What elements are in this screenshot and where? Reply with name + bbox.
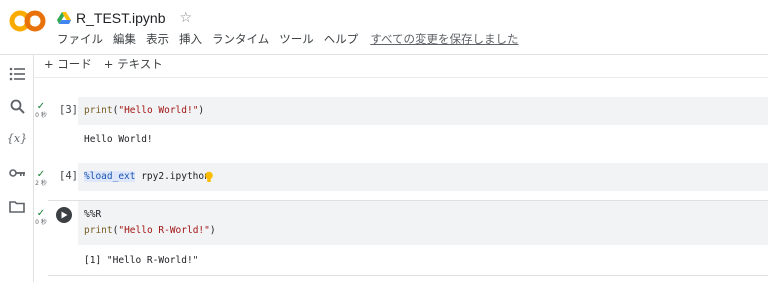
cell-output: [1] "Hello R-World!" <box>84 255 199 266</box>
menu-view[interactable]: 表示 <box>146 31 169 47</box>
menu-bar: ファイル 編集 表示 挿入 ランタイム ツール ヘルプ すべての変更を保存しまし… <box>57 31 519 47</box>
code-editor-line[interactable]: print("Hello R-World!") <box>84 225 216 236</box>
code-editor-line[interactable]: print("Hello World!") <box>84 105 204 116</box>
left-sidebar: {x} <box>0 55 34 282</box>
code-editor[interactable] <box>78 201 768 245</box>
notebook-title[interactable]: R_TEST.ipynb <box>76 10 165 26</box>
menu-insert[interactable]: 挿入 <box>179 31 202 47</box>
code-text: rpy2.ipython <box>135 171 210 182</box>
cell-output: Hello World! <box>84 134 153 145</box>
code-editor-line[interactable]: %load_ext rpy2.ipython <box>84 171 210 182</box>
header-divider <box>0 54 768 55</box>
code-function: print <box>84 225 113 236</box>
key-icon[interactable] <box>8 164 26 182</box>
add-text-button[interactable]: + テキスト <box>104 56 163 72</box>
code-string: "Hello R-World!" <box>118 225 210 236</box>
code-paren: ) <box>209 225 216 236</box>
success-check-icon: ✓ <box>36 208 46 219</box>
menu-tools[interactable]: ツール <box>279 31 314 47</box>
cell-toolbar: + コード + テキスト <box>44 56 175 72</box>
lightbulb-icon[interactable] <box>204 171 214 183</box>
drive-icon <box>57 12 71 24</box>
title-row: R_TEST.ipynb ☆ <box>57 9 192 27</box>
star-icon[interactable]: ☆ <box>179 10 192 26</box>
play-icon <box>61 211 68 219</box>
code-string: "Hello World!" <box>118 105 199 116</box>
save-status-link[interactable]: すべての変更を保存しました <box>370 31 518 47</box>
cell-status: ✓ 0 秒 <box>34 102 48 120</box>
colab-logo <box>9 10 46 32</box>
variables-icon[interactable]: {x} <box>7 129 27 147</box>
toolbar-divider <box>34 77 768 78</box>
code-paren: ) <box>198 105 205 116</box>
cell-status: ✓ 0 秒 <box>34 209 48 227</box>
success-check-icon: ✓ <box>36 101 46 112</box>
execution-count: [3] <box>59 104 78 116</box>
execution-time: 0 秒 <box>35 112 47 119</box>
execution-time: 2 秒 <box>35 180 47 187</box>
code-editor-line[interactable]: %%R <box>84 209 101 220</box>
table-of-contents-icon[interactable] <box>8 65 26 83</box>
run-cell-button[interactable] <box>56 207 72 223</box>
code-function: print <box>84 105 113 116</box>
add-code-button[interactable]: + コード <box>44 56 92 72</box>
cell-status: ✓ 2 秒 <box>34 170 48 188</box>
execution-time: 0 秒 <box>35 219 47 226</box>
search-icon[interactable] <box>8 97 26 115</box>
menu-runtime[interactable]: ランタイム <box>212 31 269 47</box>
menu-file[interactable]: ファイル <box>57 31 103 47</box>
execution-count: [4] <box>59 170 78 182</box>
menu-help[interactable]: ヘルプ <box>324 31 359 47</box>
menu-edit[interactable]: 編集 <box>113 31 136 47</box>
code-magic: %load_ext <box>84 171 136 182</box>
success-check-icon: ✓ <box>36 169 46 180</box>
folder-icon[interactable] <box>8 197 26 215</box>
